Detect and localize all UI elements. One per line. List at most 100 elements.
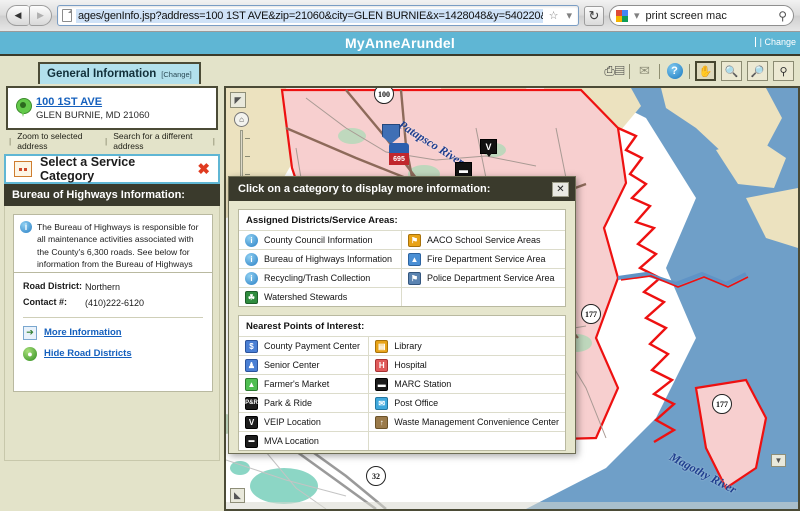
map-overview-toggle-icon[interactable]: ◤ <box>230 92 246 108</box>
category-cell[interactable]: ⚑ AACO School Service Areas <box>402 230 565 249</box>
address-action-bar: | Zoom to selected address | Search for … <box>6 130 218 152</box>
app-header: MyAnneArundel | Change <box>0 32 800 56</box>
search-different-address-button[interactable]: Search for a different address <box>110 130 210 152</box>
payment-center-icon: $ <box>245 339 258 353</box>
category-cell[interactable]: ▬ MARC Station <box>369 374 565 393</box>
category-cell[interactable]: ▬ MVA Location <box>239 431 370 450</box>
divider <box>23 316 203 318</box>
search-bar[interactable]: ▾ print screen mac ⚲ <box>609 5 794 26</box>
contact-value: (410)222-6120 <box>85 298 145 309</box>
watershed-icon: ☘ <box>245 290 258 304</box>
category-cell[interactable]: i County Council Information <box>239 230 402 249</box>
back-button[interactable]: ◀ <box>6 5 29 26</box>
close-icon[interactable]: ✖ <box>197 160 210 178</box>
service-category-panel-header: Select a Service Category ✖ <box>4 154 220 184</box>
category-label: Park & Ride <box>264 398 313 408</box>
chevron-down-icon[interactable]: ▾ <box>564 9 574 22</box>
forward-button[interactable]: ▶ <box>29 5 52 26</box>
road-district-label: Road District: <box>23 281 83 291</box>
magnifier-icon[interactable]: ⚲ <box>778 9 787 23</box>
category-cell[interactable]: ↑ Waste Management Convenience Center <box>369 412 565 431</box>
category-cell[interactable]: i Bureau of Highways Information <box>239 249 402 268</box>
more-information-link[interactable]: ➔ More Information <box>23 325 203 340</box>
chevron-down-icon[interactable]: ▾ <box>632 9 642 22</box>
detail-row: Road District: Northern <box>23 281 203 292</box>
road-district-details: Road District: Northern Contact #: (410)… <box>13 272 213 392</box>
category-label: Post Office <box>394 398 439 408</box>
category-label: Police Department Service Area <box>427 273 555 283</box>
toolbar-divider <box>629 63 630 79</box>
left-panel: 100 1ST AVE GLEN BURNIE, MD 21060 | Zoom… <box>0 86 224 511</box>
veip-map-marker[interactable]: V <box>480 139 497 157</box>
dialog-body: Assigned Districts/Service Areas: i Count… <box>229 201 575 467</box>
map-legend-toggle-icon[interactable]: ▼ <box>771 454 786 467</box>
category-cell-empty <box>369 431 565 450</box>
app-toolbar: General Information [Change] ⎙▤ ✉ ? ✋ 🔍 … <box>0 58 800 86</box>
address-line-1[interactable]: 100 1ST AVE <box>36 96 150 108</box>
pan-tool-icon[interactable]: ✋ <box>695 61 716 81</box>
search-input[interactable]: print screen mac <box>646 10 775 22</box>
zoom-to-address-button[interactable]: Zoom to selected address <box>14 130 102 152</box>
category-cell[interactable]: ▲ Fire Department Service Area <box>402 249 565 268</box>
email-icon[interactable]: ✉ <box>635 62 654 81</box>
post-office-icon: ✉ <box>375 396 389 410</box>
veip-icon: V <box>245 415 258 429</box>
marc-station-icon: ▬ <box>375 377 389 391</box>
info-icon: i <box>245 252 258 266</box>
assigned-districts-group: Assigned Districts/Service Areas: i Count… <box>238 209 566 307</box>
star-icon[interactable]: ☆ <box>547 9 561 22</box>
fire-icon: ▲ <box>408 252 421 266</box>
tab-general-information[interactable]: General Information [Change] <box>38 62 201 84</box>
category-cell[interactable]: ▤ Library <box>369 336 565 355</box>
route-shield-177-b: 177 <box>712 394 732 414</box>
browser-toolbar: ◀ ▶ ages/genInfo.jsp?address=100 1ST AVE… <box>0 0 800 32</box>
identify-tool-icon[interactable]: ⚲ <box>773 61 794 81</box>
category-label: Farmer's Market <box>264 379 330 389</box>
url-text[interactable]: ages/genInfo.jsp?address=100 1ST AVE&zip… <box>76 8 543 23</box>
zoom-out-tool-icon[interactable]: 🔎 <box>747 61 768 81</box>
home-extent-icon[interactable]: ⌂ <box>234 112 249 127</box>
category-dialog: Click on a category to display more info… <box>228 176 576 454</box>
application-window: MyAnneArundel | Change General Informati… <box>0 32 800 511</box>
category-grid-icon <box>14 161 32 177</box>
group-title: Nearest Points of Interest: <box>246 321 365 332</box>
category-cell[interactable]: P&R Park & Ride <box>239 393 370 412</box>
info-icon: i <box>245 271 258 285</box>
category-cell[interactable]: $ County Payment Center <box>239 336 370 355</box>
info-icon: i <box>20 221 32 233</box>
zoom-tick <box>245 138 250 139</box>
dialog-title-bar: Click on a category to display more info… <box>229 177 575 201</box>
map-scale-toggle-icon[interactable]: ◣ <box>230 488 245 503</box>
mva-map-marker[interactable]: ▬ <box>455 162 472 180</box>
category-cell[interactable]: ▲ Farmer's Market <box>239 374 370 393</box>
globe-icon: ● <box>23 346 37 361</box>
print-icon[interactable]: ⎙▤ <box>604 62 624 81</box>
category-cell[interactable]: ⚑ Police Department Service Area <box>402 268 565 287</box>
dialog-title: Click on a category to display more info… <box>238 183 491 195</box>
help-icon[interactable]: ? <box>665 62 684 81</box>
address-line-2: GLEN BURNIE, MD 21060 <box>36 109 150 121</box>
reload-icon[interactable]: ↻ <box>584 5 604 26</box>
route-shield-177-a: 177 <box>581 304 601 324</box>
panel-body: i The Bureau of Highways is responsible … <box>4 206 220 461</box>
mva-icon: ▬ <box>245 434 258 448</box>
category-cell[interactable]: V VEIP Location <box>239 412 370 431</box>
category-cell[interactable]: ♟ Senior Center <box>239 355 370 374</box>
category-cell[interactable]: ✉ Post Office <box>369 393 565 412</box>
category-label: AACO School Service Areas <box>427 235 541 245</box>
category-label: Hospital <box>394 360 427 370</box>
url-bar[interactable]: ages/genInfo.jsp?address=100 1ST AVE&zip… <box>57 5 579 26</box>
category-cell[interactable]: ☘ Watershed Stewards <box>239 287 402 306</box>
zoom-in-tool-icon[interactable]: 🔍 <box>721 61 742 81</box>
zoom-tick <box>245 156 250 157</box>
category-cell[interactable]: i Recycling/Trash Collection <box>239 268 402 287</box>
navigation-buttons: ◀ ▶ <box>6 5 52 26</box>
interstate-shield-top <box>389 143 409 153</box>
category-cell[interactable]: H Hospital <box>369 355 565 374</box>
hide-road-districts-link[interactable]: ● Hide Road Districts <box>23 346 203 361</box>
header-change-link[interactable]: | Change <box>754 37 796 47</box>
category-label: Waste Management Convenience Center <box>394 417 559 427</box>
close-icon[interactable]: ✕ <box>552 181 569 197</box>
tab-change-link[interactable]: [Change] <box>161 70 191 79</box>
category-label: Watershed Stewards <box>264 292 348 302</box>
